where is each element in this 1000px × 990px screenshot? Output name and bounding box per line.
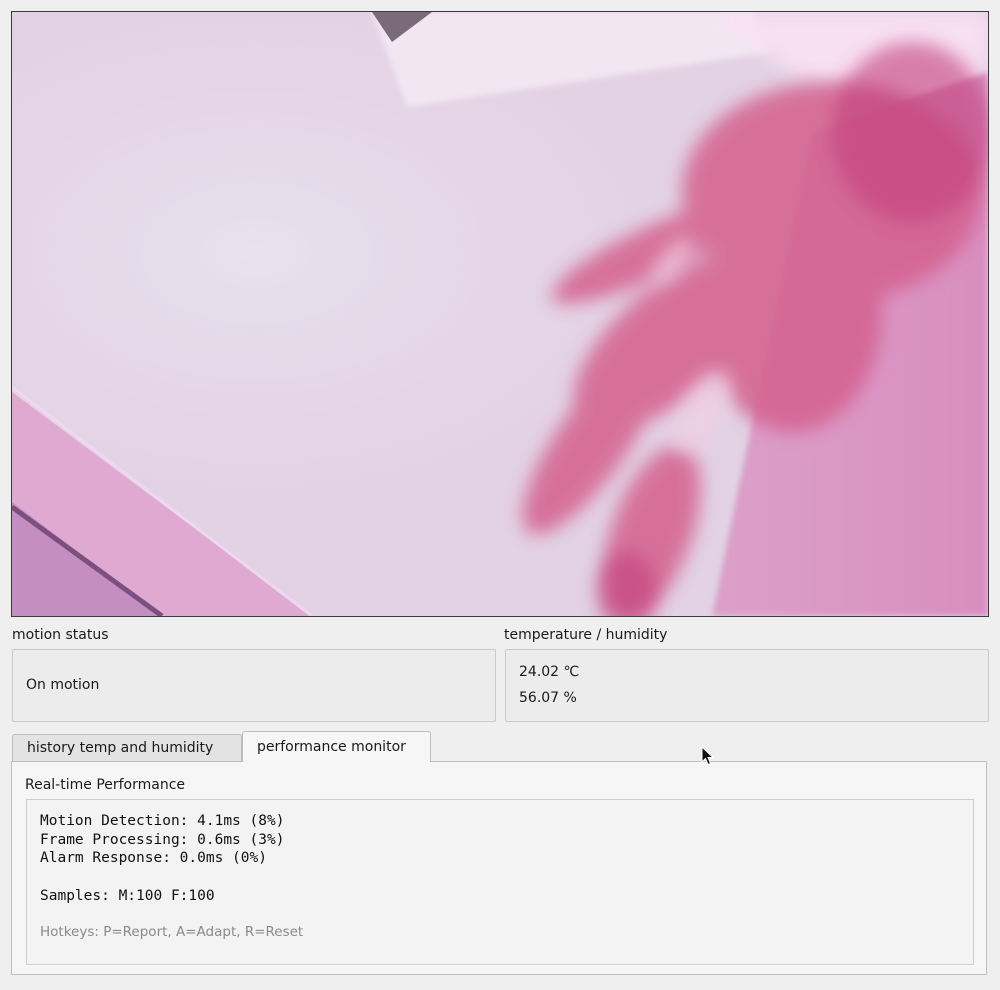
frame-processing-stat: Frame Processing: 0.6ms (3%) — [40, 831, 285, 848]
hotkeys-hint: Hotkeys: P=Report, A=Adapt, R=Reset — [40, 924, 304, 940]
motion-status-label: motion status — [12, 627, 109, 643]
humidity-value: 56.07 % — [519, 690, 577, 706]
app-window: motion status On motion temperature / hu… — [0, 0, 1000, 990]
motion-status-box: On motion — [12, 649, 496, 722]
tab-history-temp-humidity[interactable]: history temp and humidity — [12, 734, 242, 761]
performance-readout: Motion Detection: 4.1ms (8%) Frame Proce… — [26, 799, 974, 965]
tab-performance-monitor[interactable]: performance monitor — [242, 731, 431, 762]
temperature-humidity-label: temperature / humidity — [504, 627, 668, 643]
performance-monitor-panel: Real-time Performance Motion Detection: … — [11, 761, 987, 975]
alarm-response-stat: Alarm Response: 0.0ms (0%) — [40, 850, 267, 866]
camera-feed — [11, 11, 989, 617]
temperature-humidity-box: 24.02 ℃ 56.07 % — [505, 649, 989, 722]
motion-detection-stat: Motion Detection: 4.1ms (8%) — [40, 813, 285, 829]
samples-stat: Samples: M:100 F:100 — [40, 888, 215, 904]
motion-status-value: On motion — [26, 677, 100, 693]
panel-title: Real-time Performance — [25, 777, 186, 793]
temperature-value: 24.02 ℃ — [519, 664, 580, 680]
mouse-pointer-icon — [701, 746, 715, 766]
camera-frame-image — [12, 12, 988, 616]
